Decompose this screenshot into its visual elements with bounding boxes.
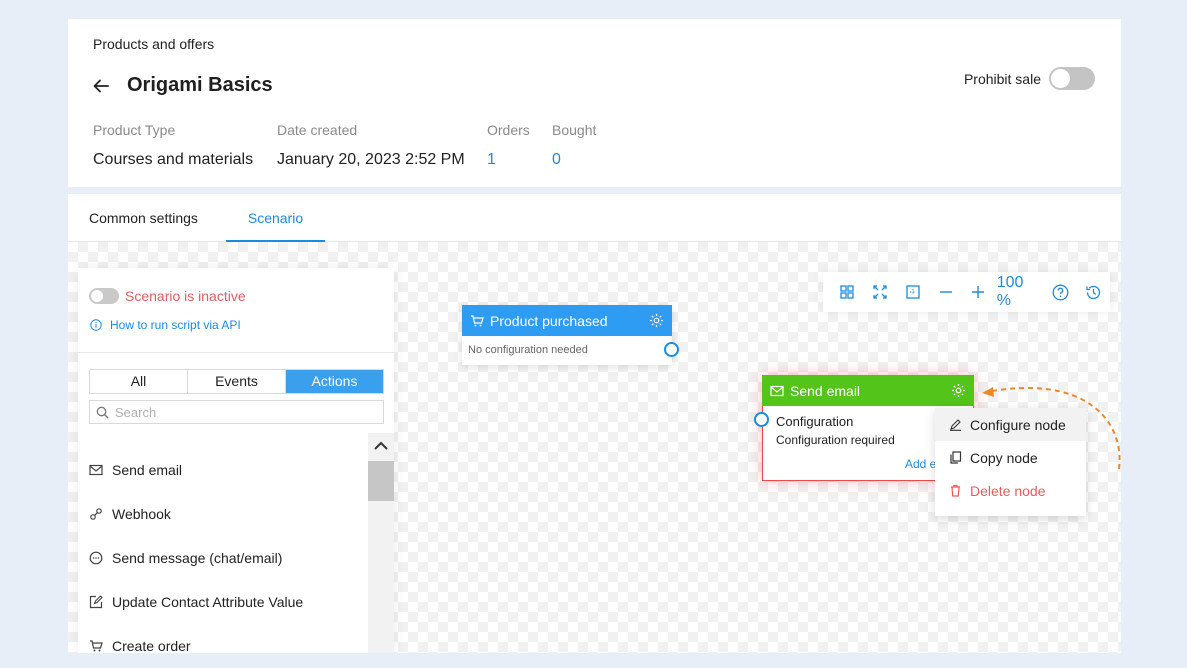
meta-bought: Bought 0 bbox=[552, 122, 596, 169]
action-label: Send email bbox=[112, 462, 183, 478]
action-label: Webhook bbox=[112, 506, 171, 522]
zoom-level: 100 % bbox=[996, 274, 1024, 309]
node-body: No configuration needed bbox=[468, 344, 588, 356]
back-arrow-icon[interactable] bbox=[91, 76, 111, 96]
node-header: Send email bbox=[762, 375, 974, 406]
product-header: Products and offers Origami Basics Prohi… bbox=[68, 19, 1121, 187]
filter-actions[interactable]: Actions bbox=[286, 370, 383, 393]
action-label: Create order bbox=[112, 638, 191, 653]
trash-icon bbox=[951, 484, 960, 497]
copy-icon bbox=[950, 451, 962, 464]
action-create-order[interactable]: Create order bbox=[89, 624, 364, 653]
frame-icon[interactable] bbox=[897, 277, 930, 307]
zoom-out-icon[interactable] bbox=[929, 277, 962, 307]
breadcrumb[interactable]: Products and offers bbox=[93, 36, 214, 52]
search-input[interactable] bbox=[115, 404, 375, 420]
prohibit-sale-label: Prohibit sale bbox=[963, 70, 1041, 87]
meta-label: Date created bbox=[277, 122, 358, 138]
action-send-message[interactable]: Send message (chat/email) bbox=[89, 536, 364, 580]
grid-icon[interactable] bbox=[831, 277, 864, 307]
meta-date-created: Date created January 20, 2023 2:52 PM bbox=[277, 122, 465, 169]
api-help-link[interactable]: How to run script via API bbox=[90, 318, 241, 332]
gear-icon[interactable] bbox=[951, 383, 966, 398]
pencil-icon bbox=[950, 419, 961, 431]
node-product-purchased[interactable]: Product purchased No configuration neede… bbox=[462, 305, 679, 365]
scroll-up-icon[interactable] bbox=[372, 439, 390, 453]
action-webhook[interactable]: Webhook bbox=[89, 492, 364, 536]
help-icon[interactable] bbox=[1044, 277, 1077, 307]
scenario-canvas[interactable]: Scenario is inactive How to run script v… bbox=[68, 242, 1121, 653]
node-title: Product purchased bbox=[490, 312, 608, 329]
info-icon bbox=[90, 319, 102, 331]
history-icon[interactable] bbox=[1077, 277, 1110, 307]
meta-product-type: Product Type Courses and materials bbox=[93, 122, 253, 169]
action-send-email[interactable]: Send email bbox=[89, 448, 364, 492]
menu-configure-node[interactable]: Configure node bbox=[935, 408, 1086, 441]
menu-item-label: Delete node bbox=[970, 482, 1046, 499]
action-label: Send message (chat/email) bbox=[112, 550, 283, 566]
cart-icon bbox=[471, 314, 484, 326]
api-help-link-label: How to run script via API bbox=[110, 318, 241, 332]
action-label: Update Contact Attribute Value bbox=[112, 594, 304, 610]
meta-label: Bought bbox=[552, 122, 597, 138]
scrollbar[interactable] bbox=[368, 433, 394, 653]
meta-label: Product Type bbox=[93, 122, 176, 138]
chat-icon bbox=[89, 551, 103, 565]
mail-icon bbox=[770, 385, 784, 396]
actions-list: Send email Webhook Send message (chat/em… bbox=[89, 448, 364, 653]
output-port[interactable] bbox=[664, 342, 679, 357]
prohibit-sale-toggle[interactable] bbox=[1049, 67, 1095, 90]
prohibit-sale: Prohibit sale bbox=[964, 67, 1095, 90]
tab-common-settings[interactable]: Common settings bbox=[89, 194, 198, 242]
webhook-icon bbox=[90, 508, 102, 520]
gear-icon[interactable] bbox=[649, 313, 664, 328]
meta-value: January 20, 2023 2:52 PM bbox=[277, 151, 465, 168]
page-title: Origami Basics bbox=[127, 74, 273, 96]
scrollbar-thumb[interactable] bbox=[368, 461, 394, 501]
fit-icon[interactable] bbox=[864, 277, 897, 307]
menu-item-label: Copy node bbox=[970, 449, 1038, 466]
add-email-link[interactable]: Add e bbox=[905, 457, 936, 471]
actions-panel: Scenario is inactive How to run script v… bbox=[78, 268, 394, 653]
search-icon bbox=[96, 406, 109, 418]
edit-icon bbox=[89, 595, 103, 609]
cart-icon bbox=[90, 640, 103, 652]
meta-orders: Orders 1 bbox=[487, 122, 530, 169]
menu-copy-node[interactable]: Copy node bbox=[935, 441, 1086, 474]
input-port[interactable] bbox=[754, 412, 769, 427]
mail-icon bbox=[89, 464, 103, 476]
meta-value: Courses and materials bbox=[93, 151, 254, 168]
divider bbox=[78, 352, 394, 353]
node-context-menu: Configure node Copy node Delete node bbox=[935, 408, 1086, 516]
filter-all[interactable]: All bbox=[90, 370, 188, 393]
bought-count-link[interactable]: 0 bbox=[552, 151, 596, 169]
menu-item-label: Configure node bbox=[970, 416, 1066, 433]
scenario-status-label: Scenario is inactive bbox=[125, 288, 246, 304]
action-update-attribute[interactable]: Update Contact Attribute Value bbox=[89, 580, 364, 624]
scenario-status: Scenario is inactive bbox=[89, 288, 246, 304]
filter-segmented: All Events Actions bbox=[89, 369, 384, 394]
node-title: Send email bbox=[790, 382, 861, 399]
node-header: Product purchased bbox=[462, 305, 672, 336]
scenario-toggle[interactable] bbox=[89, 288, 119, 304]
tab-scenario[interactable]: Scenario bbox=[226, 194, 325, 242]
zoom-in-icon[interactable] bbox=[962, 277, 995, 307]
filter-events[interactable]: Events bbox=[188, 370, 286, 393]
meta-label: Orders bbox=[487, 122, 530, 138]
tabs-bar: Common settings Scenario bbox=[68, 194, 1121, 242]
menu-delete-node[interactable]: Delete node bbox=[935, 474, 1086, 507]
orders-count-link[interactable]: 1 bbox=[487, 151, 530, 169]
canvas-toolbar: 100 % bbox=[823, 272, 1110, 312]
search-box bbox=[89, 400, 384, 424]
